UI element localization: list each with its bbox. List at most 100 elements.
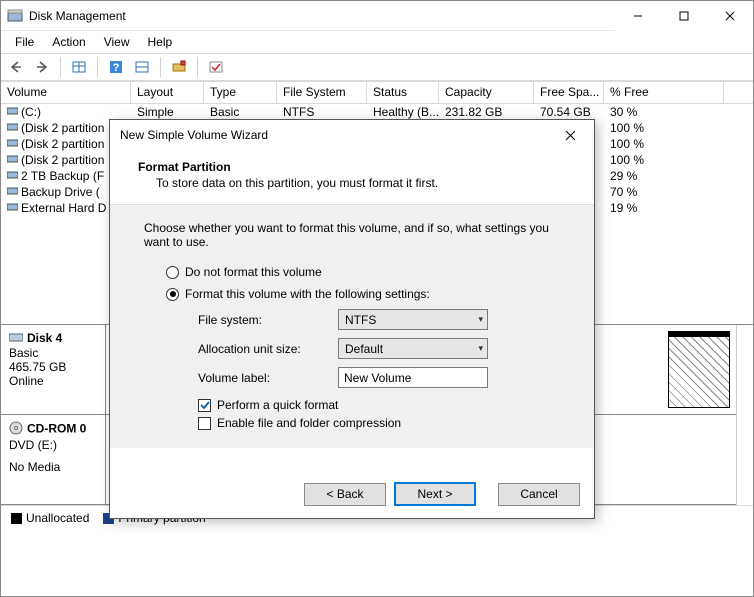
radio-label: Do not format this volume (185, 265, 322, 279)
col-capacity[interactable]: Capacity (439, 82, 534, 103)
volume-icon (7, 185, 19, 199)
disk-type: Basic (9, 346, 97, 360)
col-pctfree[interactable]: % Free (604, 82, 724, 103)
dialog-close-button[interactable] (554, 122, 586, 148)
back-button[interactable]: < Back (304, 483, 386, 506)
cell-volume: (Disk 2 partition (21, 153, 104, 167)
table-header: Volume Layout Type File System Status Ca… (1, 82, 753, 104)
disk-sub: DVD (E:) (9, 438, 97, 452)
vertical-scrollbar[interactable] (736, 325, 753, 505)
cell-pctfree: 100 % (604, 137, 724, 151)
menu-help[interactable]: Help (140, 33, 181, 51)
checkbox-label: Perform a quick format (217, 398, 338, 412)
menubar: File Action View Help (1, 31, 753, 53)
menu-action[interactable]: Action (44, 33, 93, 51)
disk-title: CD-ROM 0 (27, 422, 86, 436)
cell-pctfree: 19 % (604, 201, 724, 215)
legend-swatch-unallocated (11, 513, 22, 524)
menu-file[interactable]: File (7, 33, 42, 51)
cell-pctfree: 70 % (604, 185, 724, 199)
disk-size: 465.75 GB (9, 360, 97, 374)
window-title: Disk Management (29, 9, 615, 23)
radio-icon (166, 266, 179, 279)
cell-free: 70.54 GB (534, 105, 604, 119)
cell-layout: Simple (131, 105, 204, 119)
help-icon[interactable]: ? (105, 56, 127, 78)
check-icon[interactable] (205, 56, 227, 78)
chevron-down-icon: ▾ (478, 343, 483, 354)
checkbox-label: Enable file and folder compression (217, 416, 401, 430)
layout-icon[interactable] (131, 56, 153, 78)
menu-view[interactable]: View (96, 33, 138, 51)
cell-pctfree: 29 % (604, 169, 724, 183)
col-volume[interactable]: Volume (1, 82, 131, 103)
cell-pctfree: 100 % (604, 121, 724, 135)
label-filesystem: File system: (198, 313, 338, 327)
next-button[interactable]: Next > (394, 482, 476, 506)
col-layout[interactable]: Layout (131, 82, 204, 103)
maximize-button[interactable] (661, 1, 707, 31)
dialog-title: New Simple Volume Wizard (120, 128, 554, 142)
col-free[interactable]: Free Spa... (534, 82, 604, 103)
volume-icon (7, 137, 19, 151)
cell-pctfree: 30 % (604, 105, 724, 119)
checkbox-quick-format[interactable]: Perform a quick format (198, 398, 566, 412)
svg-text:?: ? (113, 62, 120, 74)
disk-info-block[interactable]: CD-ROM 0 DVD (E:) No Media (1, 415, 105, 505)
back-icon[interactable] (5, 56, 27, 78)
checkbox-icon (198, 399, 211, 412)
label-allocation: Allocation unit size: (198, 342, 338, 356)
radio-label: Format this volume with the following se… (185, 287, 430, 301)
cell-volume: (C:) (21, 105, 41, 119)
volume-icon (7, 105, 19, 119)
volume-icon (7, 153, 19, 167)
cell-fs: NTFS (277, 105, 367, 119)
input-volume-label[interactable] (338, 367, 488, 388)
cell-status: Healthy (B... (367, 105, 439, 119)
col-filesystem[interactable]: File System (277, 82, 367, 103)
cell-volume: External Hard D (21, 201, 106, 215)
cell-type: Basic (204, 105, 277, 119)
dialog-buttons: < Back Next > Cancel (110, 470, 594, 518)
cell-volume: (Disk 2 partition (21, 121, 104, 135)
settings-icon[interactable] (168, 56, 190, 78)
radio-icon (166, 288, 179, 301)
cell-pctfree: 100 % (604, 153, 724, 167)
table-row[interactable]: (C:) Simple Basic NTFS Healthy (B... 231… (1, 104, 753, 120)
volume-icon (7, 121, 19, 135)
dialog-heading: Format Partition (138, 160, 574, 174)
toolbar: ? (1, 53, 753, 81)
col-status[interactable]: Status (367, 82, 439, 103)
select-value: NTFS (345, 313, 376, 327)
cancel-button[interactable]: Cancel (498, 483, 580, 506)
checkbox-compression[interactable]: Enable file and folder compression (198, 416, 566, 430)
wizard-dialog: New Simple Volume Wizard Format Partitio… (109, 119, 595, 519)
col-type[interactable]: Type (204, 82, 277, 103)
radio-no-format[interactable]: Do not format this volume (166, 265, 566, 279)
minimize-button[interactable] (615, 1, 661, 31)
chevron-down-icon: ▾ (478, 314, 483, 325)
select-allocation[interactable]: Default ▾ (338, 338, 488, 359)
cdrom-icon (9, 421, 23, 438)
grid-icon[interactable] (68, 56, 90, 78)
disk-media: No Media (9, 460, 97, 474)
cell-capacity: 231.82 GB (439, 105, 534, 119)
disk-title: Disk 4 (27, 331, 62, 345)
cell-volume: Backup Drive ( (21, 185, 100, 199)
radio-format[interactable]: Format this volume with the following se… (166, 287, 566, 301)
dialog-subtitle: To store data on this partition, you mus… (156, 176, 574, 190)
volume-icon (7, 169, 19, 183)
disk-info-block[interactable]: Disk 4 Basic 465.75 GB Online (1, 325, 105, 415)
disk-status: Online (9, 374, 97, 388)
label-volume-label: Volume label: (198, 371, 338, 385)
disk-icon (9, 331, 23, 346)
forward-icon[interactable] (31, 56, 53, 78)
titlebar: Disk Management (1, 1, 753, 31)
volume-icon (7, 201, 19, 215)
close-button[interactable] (707, 1, 753, 31)
select-filesystem[interactable]: NTFS ▾ (338, 309, 488, 330)
cell-volume: 2 TB Backup (F (21, 169, 104, 183)
unallocated-region[interactable] (668, 331, 730, 408)
legend-unallocated: Unallocated (26, 511, 89, 525)
checkbox-icon (198, 417, 211, 430)
